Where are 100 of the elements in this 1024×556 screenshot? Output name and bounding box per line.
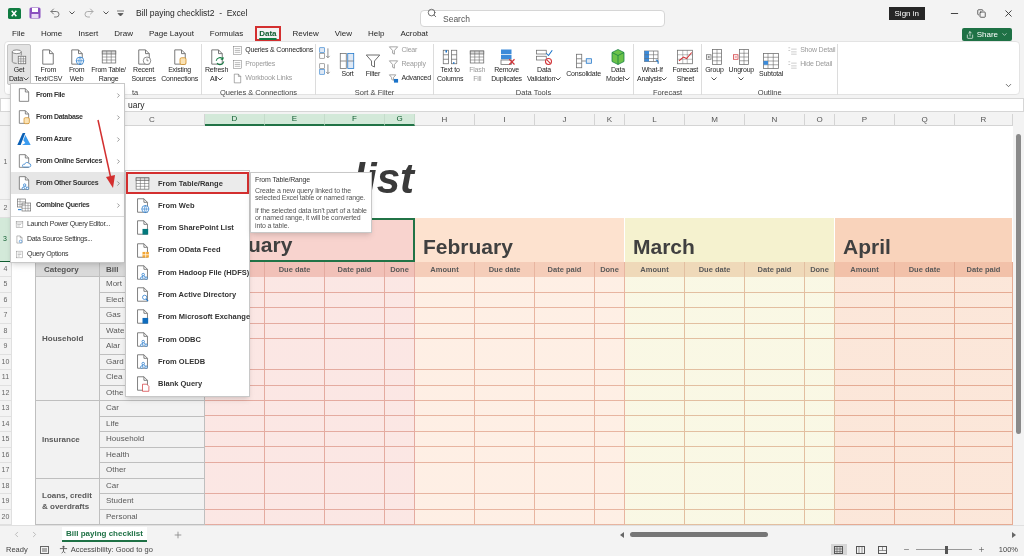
- sort-descending-icon: [318, 61, 332, 76]
- caret-icon: [555, 76, 562, 81]
- table-cell: Other: [100, 463, 205, 479]
- search-document-icon: [134, 286, 151, 304]
- column-header[interactable]: F: [325, 114, 385, 126]
- caret-icon: [217, 76, 224, 81]
- menu-tab[interactable]: Page Layout: [144, 26, 198, 41]
- scroll-right-icon[interactable]: [1010, 530, 1018, 539]
- category-cell: Household: [35, 277, 100, 401]
- column-header[interactable]: I: [475, 114, 535, 126]
- share-button[interactable]: Share: [961, 28, 1012, 41]
- table-cell: Student: [100, 494, 205, 510]
- blank-document-icon: [134, 375, 151, 393]
- collapse-ribbon-icon[interactable]: [1004, 81, 1013, 90]
- add-sheet-icon[interactable]: [172, 529, 183, 540]
- column-header[interactable]: O: [805, 114, 835, 126]
- window-title: Bill paying checklist2 - Excel: [136, 6, 248, 20]
- column-header[interactable]: K: [595, 114, 625, 126]
- customize-menu-icon[interactable]: [117, 9, 124, 17]
- column-header[interactable]: J: [535, 114, 595, 126]
- flash-fill-icon: [468, 48, 487, 66]
- mail-document-icon: [134, 308, 151, 326]
- scrollbar-thumb[interactable]: [630, 532, 768, 537]
- column-header[interactable]: H: [415, 114, 475, 126]
- column-header[interactable]: Q: [895, 114, 955, 126]
- sign-in-button[interactable]: Sign in: [888, 6, 925, 20]
- grid-document-icon: [134, 241, 151, 259]
- view-button[interactable]: [830, 544, 847, 555]
- menu-tab[interactable]: Help: [364, 26, 389, 41]
- table-cell: Car: [100, 401, 205, 417]
- column-header[interactable]: M: [685, 114, 745, 126]
- sort-button[interactable]: [317, 46, 333, 59]
- menu-tab[interactable]: Draw: [110, 26, 137, 41]
- category-cell: Loans, credit & overdrafts: [35, 478, 100, 525]
- menu-tab[interactable]: View: [330, 26, 356, 41]
- column-header[interactable]: E: [265, 114, 325, 126]
- sort-button[interactable]: [317, 62, 333, 75]
- month-name: March: [633, 236, 695, 258]
- caret-icon: [23, 76, 29, 81]
- month-name: April: [843, 236, 891, 258]
- macro-icon[interactable]: [39, 545, 49, 554]
- sheet-tab[interactable]: Bill paying checklist: [62, 527, 147, 542]
- database-document-icon: [16, 109, 32, 125]
- columns-view-icon: [856, 545, 866, 554]
- menu-tab[interactable]: Review: [288, 26, 323, 41]
- menu-tab[interactable]: Acrobat: [396, 26, 432, 41]
- zoom-out-icon[interactable]: [902, 546, 910, 553]
- restore-icon[interactable]: [977, 8, 986, 18]
- close-icon[interactable]: [1003, 7, 1014, 19]
- category-cell: Insurance: [35, 401, 100, 479]
- filter-icon: [363, 52, 382, 71]
- share-icon: [965, 30, 974, 39]
- search-field[interactable]: Search: [420, 10, 665, 27]
- data-model-icon: [608, 48, 627, 66]
- caret-icon: [1001, 31, 1008, 38]
- column-header[interactable]: N: [745, 114, 805, 126]
- save-icon[interactable]: [29, 7, 41, 19]
- web-page-icon: [134, 196, 151, 214]
- database-icon: [10, 48, 28, 66]
- network-document-icon: [134, 330, 151, 348]
- undo-icon[interactable]: [49, 7, 61, 19]
- menu-tab[interactable]: Insert: [74, 26, 103, 41]
- hide-detail-icon: [787, 59, 799, 70]
- options-icon: [15, 250, 24, 259]
- zoom-in-icon[interactable]: [977, 546, 985, 553]
- group-icon: [705, 48, 724, 66]
- sort-ascending-icon: [318, 45, 332, 60]
- redo-caret-icon: [103, 11, 109, 15]
- caret-icon: [711, 76, 718, 81]
- column-header[interactable]: R: [955, 114, 1013, 126]
- ungroup-icon: [732, 48, 751, 66]
- table-icon: [99, 48, 118, 66]
- settings-document-icon: [15, 235, 24, 244]
- month-name: February: [423, 236, 513, 258]
- triangle-logo-icon: [16, 131, 32, 147]
- file-icon: [16, 87, 32, 103]
- caret-icon: [738, 76, 745, 81]
- caret-icon: [624, 76, 630, 81]
- redo-icon[interactable]: [83, 7, 95, 19]
- caret-icon: [661, 76, 668, 81]
- advanced-filter-icon: [388, 73, 400, 84]
- accessibility-icon[interactable]: [58, 545, 68, 554]
- network-document-icon: [134, 263, 151, 281]
- scrollbar-thumb[interactable]: [1016, 134, 1021, 434]
- menu-tab[interactable]: Home: [36, 26, 67, 41]
- menu-tab[interactable]: File: [8, 26, 29, 41]
- remove-duplicates-icon: [497, 48, 516, 66]
- list-icon: [232, 45, 244, 56]
- column-header[interactable]: P: [835, 114, 895, 126]
- table-cell: Household: [100, 432, 205, 448]
- month-name: uary: [248, 234, 293, 256]
- zoom-slider-thumb[interactable]: [945, 545, 949, 554]
- cloud-document-icon: [16, 153, 32, 169]
- column-header[interactable]: L: [625, 114, 685, 126]
- menu-tab[interactable]: Formulas: [205, 26, 248, 41]
- tables-icon: [16, 197, 32, 213]
- scroll-left-icon[interactable]: [618, 530, 626, 539]
- column-header[interactable]: D: [205, 114, 265, 126]
- subtotal-icon: [762, 52, 781, 71]
- column-header[interactable]: G: [385, 114, 415, 126]
